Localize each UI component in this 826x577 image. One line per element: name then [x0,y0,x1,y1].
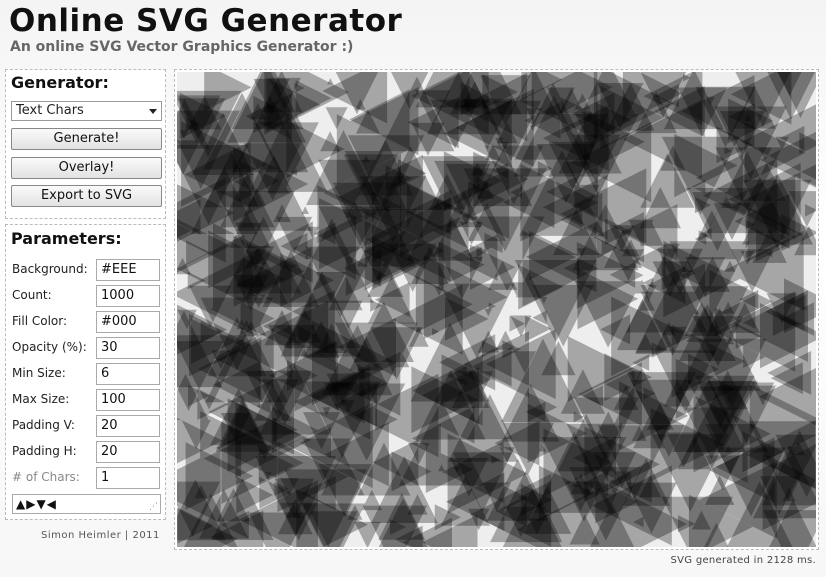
param-row-fill-color: Fill Color: #000 [12,311,162,333]
author-credit: Simon Heimler | 2011 [41,530,160,541]
padding-v-input[interactable]: 20 [96,415,160,437]
opacity-input[interactable]: 30 [96,337,160,359]
page-subtitle: An online SVG Vector Graphics Generator … [10,39,354,55]
param-label-background: Background: [12,262,88,276]
chars-value: ▲▶▼◀ [16,497,57,511]
chevron-down-icon [149,109,157,114]
count-input[interactable]: 1000 [96,285,160,307]
resize-grip-icon[interactable]: ⋰ [149,503,158,512]
parameters-heading: Parameters: [11,229,122,248]
fill-color-input[interactable]: #000 [96,311,160,333]
generator-heading: Generator: [11,73,109,92]
param-label-opacity: Opacity (%): [12,340,87,354]
padding-h-input[interactable]: 20 [96,441,160,463]
min-size-input[interactable]: 6 [96,363,160,385]
max-size-input[interactable]: 100 [96,389,160,411]
parameters-panel: Parameters: Background: #EEE Count: 1000… [5,224,166,520]
param-label-fill-color: Fill Color: [12,314,68,328]
page-title: Online SVG Generator [9,3,403,39]
generator-type-select[interactable]: Text Chars [11,101,162,121]
svg-canvas [177,72,816,547]
param-label-min-size: Min Size: [12,366,66,380]
generate-button[interactable]: Generate! [11,128,162,150]
param-label-padding-v: Padding V: [12,418,75,432]
chars-textarea[interactable]: ▲▶▼◀ ⋰ [12,494,161,514]
param-label-max-size: Max Size: [12,392,70,406]
param-row-min-size: Min Size: 6 [12,363,162,385]
generation-status: SVG generated in 2128 ms. [670,555,816,566]
generator-type-value: Text Chars [16,103,84,118]
generator-panel: Generator: Text Chars Generate! Overlay!… [5,69,166,219]
overlay-button[interactable]: Overlay! [11,157,162,179]
param-row-max-size: Max Size: 100 [12,389,162,411]
param-label-padding-h: Padding H: [12,444,77,458]
param-row-padding-v: Padding V: 20 [12,415,162,437]
background-input[interactable]: #EEE [96,259,160,281]
svg-output-frame [174,69,819,550]
param-row-opacity: Opacity (%): 30 [12,337,162,359]
generated-svg-artwork [177,72,816,547]
param-row-padding-h: Padding H: 20 [12,441,162,463]
param-label-count: Count: [12,288,52,302]
param-row-count: Count: 1000 [12,285,162,307]
num-chars-input[interactable]: 1 [96,467,160,489]
param-row-background: Background: #EEE [12,259,162,281]
export-svg-button[interactable]: Export to SVG [11,185,162,207]
param-row-num-chars: # of Chars: 1 [12,467,162,489]
param-label-num-chars: # of Chars: [12,470,80,484]
